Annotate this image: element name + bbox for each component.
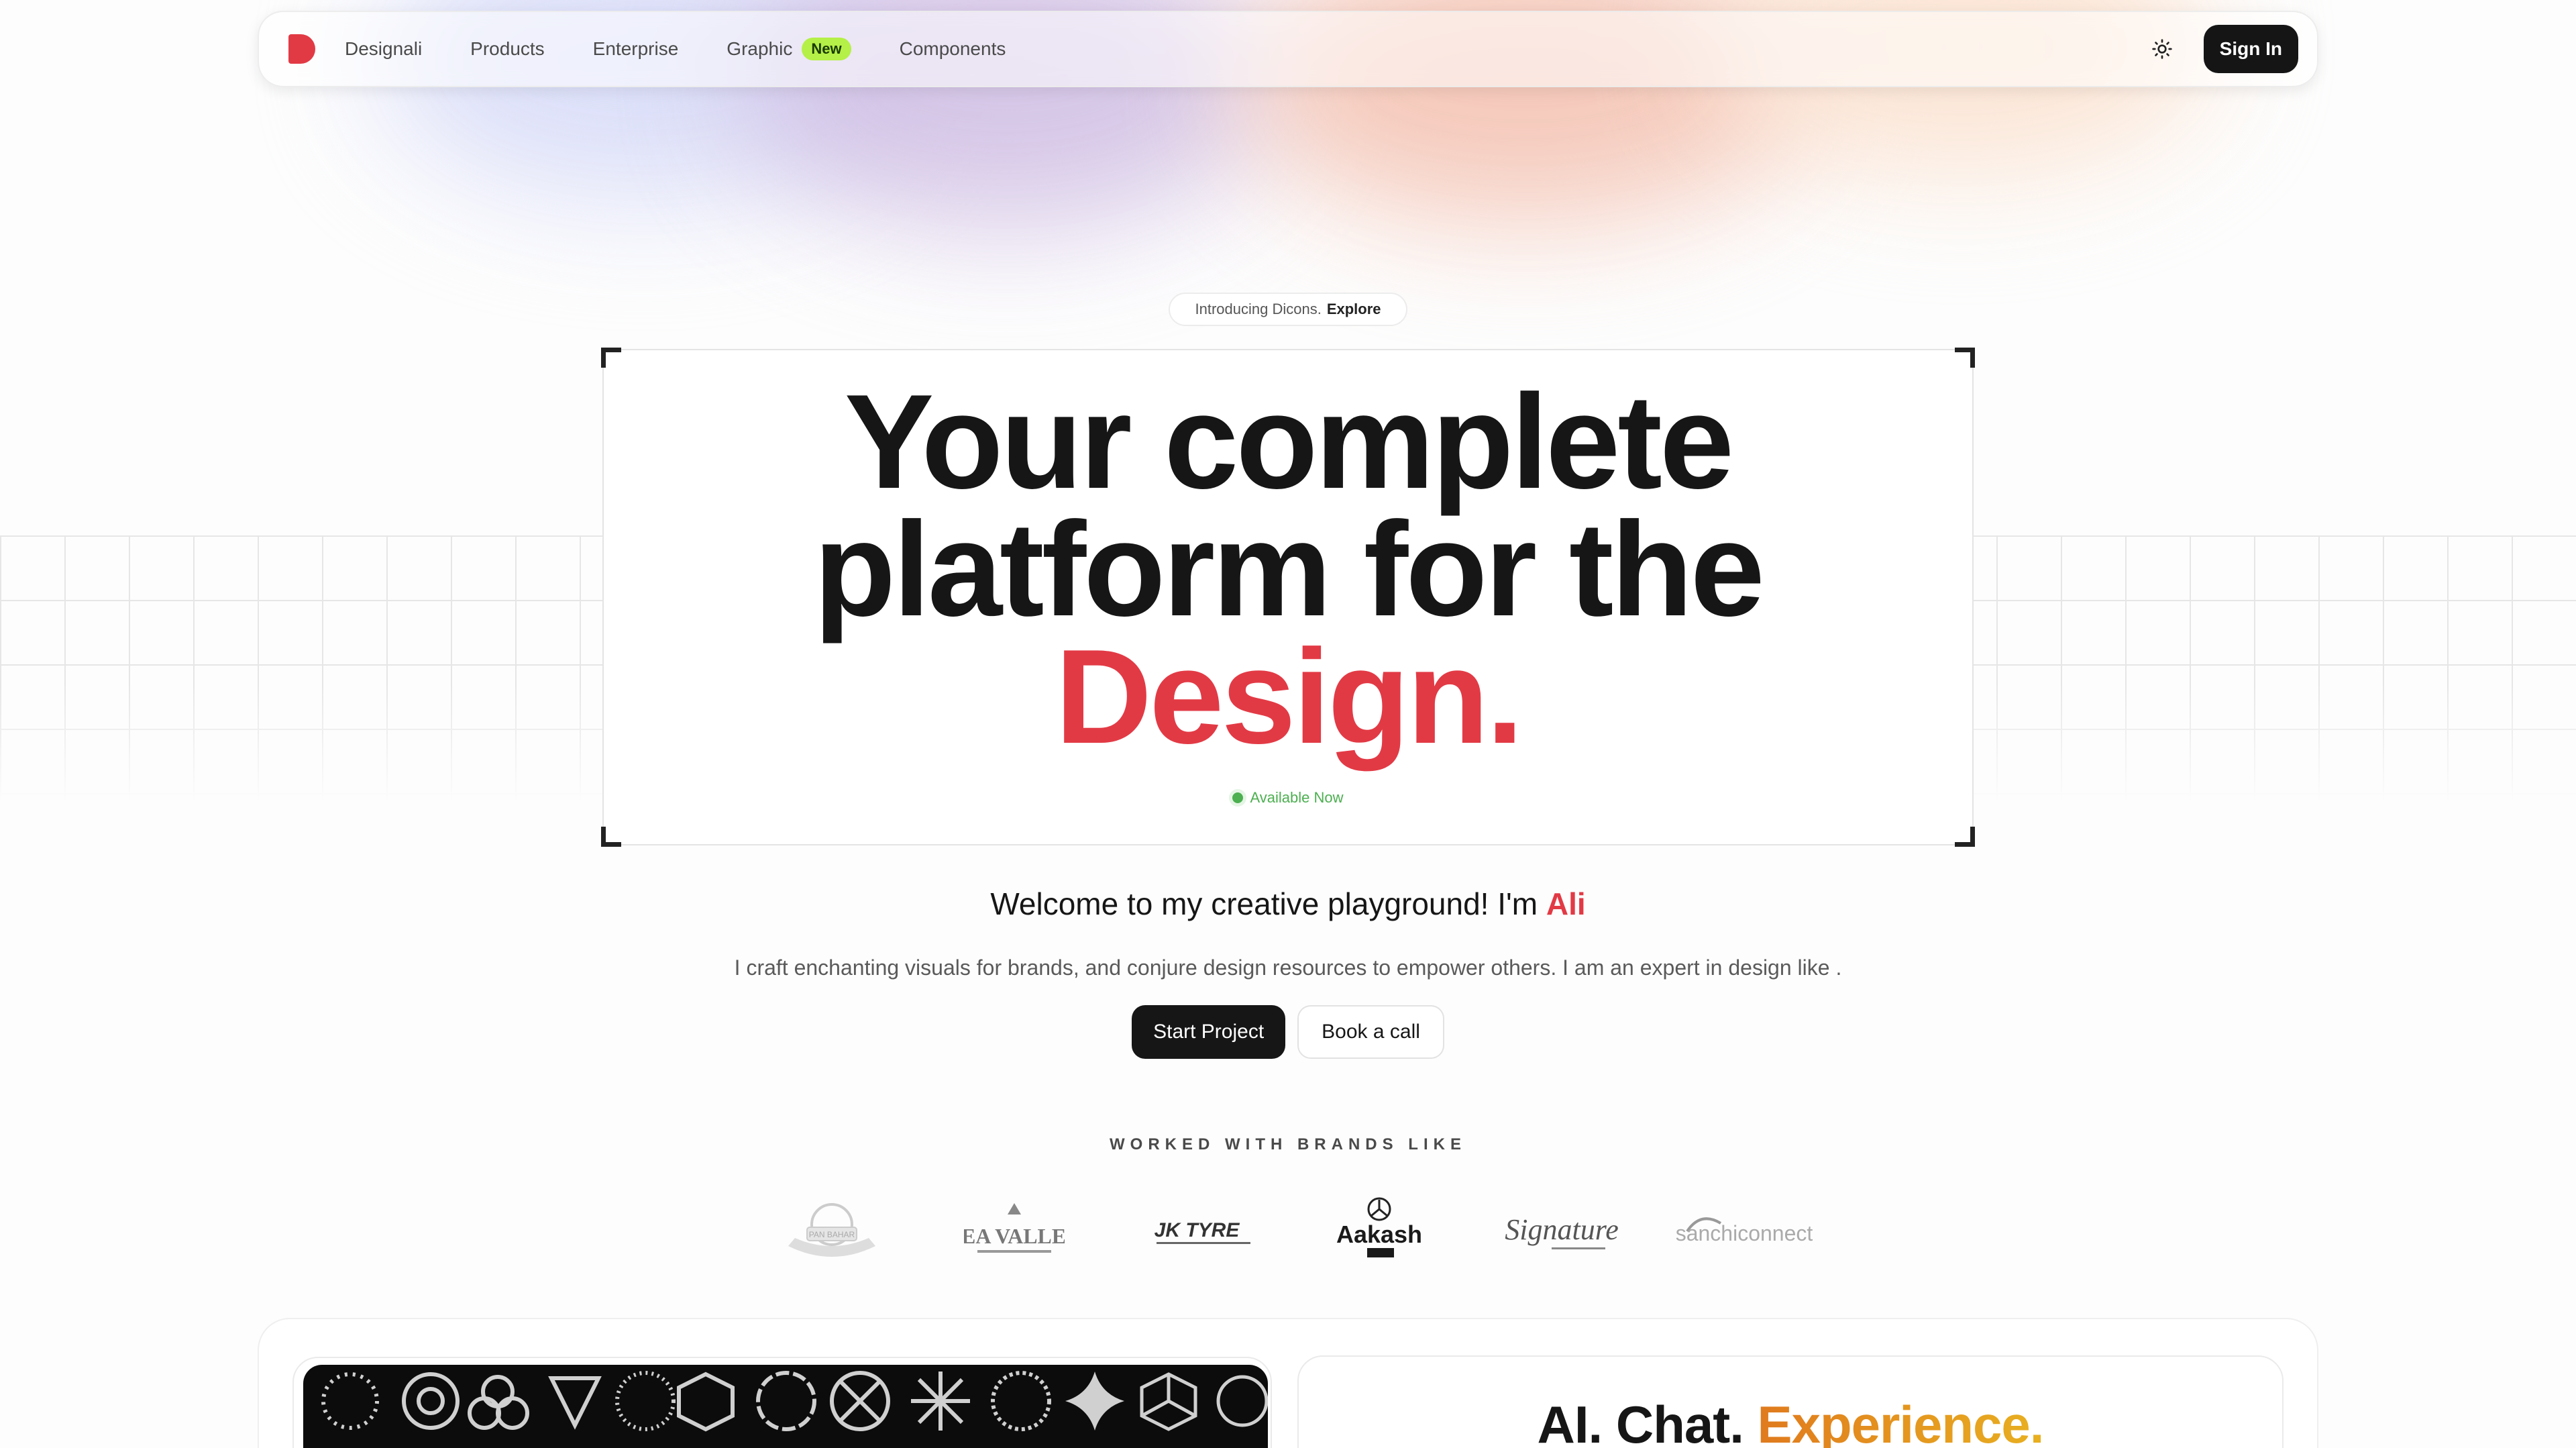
nav-graphic[interactable]: Graphic New xyxy=(727,38,851,60)
brand-logo-aakash: Aakash xyxy=(1305,1194,1453,1268)
theme-toggle-sun-icon[interactable] xyxy=(2147,34,2177,64)
frame-corner xyxy=(1955,827,1975,847)
start-project-button[interactable]: Start Project xyxy=(1132,1005,1286,1059)
nav-enterprise[interactable]: Enterprise xyxy=(593,38,679,60)
shapes-preview-image xyxy=(303,1365,1268,1448)
brand-logos-row: PAN BAHAR TEA VALLEY JK TYRE Aakash Sign… xyxy=(758,1194,1818,1268)
tagline: I craft enchanting visuals for brands, a… xyxy=(734,955,1842,980)
nav-designali[interactable]: Designali xyxy=(345,38,422,60)
ai-chat-heading: AI. Chat. Experience. xyxy=(1299,1394,2282,1448)
hero-frame: Your complete platform for the Design. A… xyxy=(601,348,1975,847)
cta-buttons: Start Project Book a call xyxy=(0,1005,2576,1059)
sign-in-button[interactable]: Sign In xyxy=(2203,25,2298,73)
intro-pill[interactable]: Introducing Dicons. Explore xyxy=(1169,293,1407,326)
brands-heading: WORKED WITH BRANDS LIKE xyxy=(1110,1135,1466,1153)
frame-corner xyxy=(601,348,621,368)
brand-text: Signature xyxy=(1505,1213,1618,1246)
top-navbar: Designali Products Enterprise Graphic Ne… xyxy=(258,11,2318,87)
new-badge: New xyxy=(802,38,851,60)
nav-products[interactable]: Products xyxy=(470,38,545,60)
brand-text: TEA VALLEY xyxy=(964,1224,1065,1248)
intro-explore-link[interactable]: Explore xyxy=(1327,301,1381,318)
designali-logo[interactable] xyxy=(288,34,315,64)
brand-logo-jk-tyre: JK TYRE xyxy=(1123,1194,1271,1268)
frame-corner xyxy=(1955,348,1975,368)
status-label: Available Now xyxy=(1250,789,1344,806)
welcome-name: Ali xyxy=(1546,886,1586,921)
frame-corner xyxy=(601,827,621,847)
welcome-heading: Welcome to my creative playground! I'm A… xyxy=(0,886,2576,922)
book-call-button[interactable]: Book a call xyxy=(1297,1005,1444,1059)
brand-text: JK TYRE xyxy=(1155,1219,1240,1241)
nav-components[interactable]: Components xyxy=(900,38,1006,60)
hero-accent-word: Design. xyxy=(1055,622,1523,772)
ai-chat-card[interactable]: AI. Chat. Experience. xyxy=(1297,1355,2284,1448)
brand-text: sanchiconnect xyxy=(1676,1221,1813,1245)
nav-graphic-label: Graphic xyxy=(727,38,793,59)
intro-text: Introducing Dicons. xyxy=(1195,301,1322,317)
brand-text: PAN BAHAR xyxy=(809,1230,855,1239)
availability-status: Available Now xyxy=(604,789,1972,807)
brand-text: Aakash xyxy=(1336,1221,1422,1248)
brand-logo-sanchiconnect: sanchiconnect xyxy=(1670,1194,1818,1268)
hero-headline: Your complete platform for the Design. xyxy=(604,375,1972,764)
brand-logo-tea-valley: TEA VALLEY xyxy=(941,1194,1088,1268)
brand-logo-signature: Signature xyxy=(1488,1194,1635,1268)
ai-chat-prefix: AI. Chat. xyxy=(1537,1395,1744,1448)
ai-chat-accent: Experience. xyxy=(1758,1395,2045,1448)
status-dot-icon xyxy=(1232,792,1244,803)
brand-logo-pan-bahar: PAN BAHAR xyxy=(758,1194,906,1268)
welcome-text: Welcome to my creative playground! I'm xyxy=(990,886,1546,921)
